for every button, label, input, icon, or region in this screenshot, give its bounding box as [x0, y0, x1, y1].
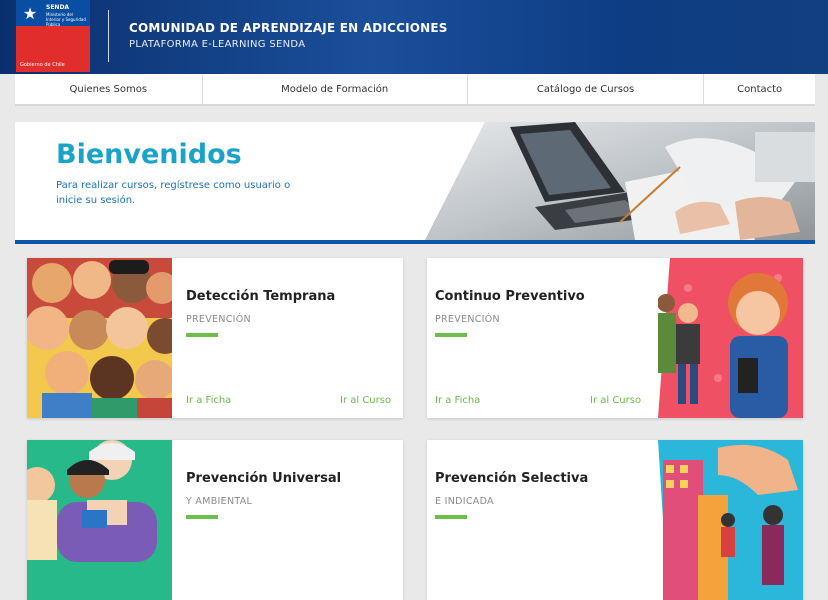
senda-logo[interactable]: ★ SENDA Ministerio del Interior y Seguri… — [16, 0, 90, 72]
nav-item-contacto[interactable]: Contacto — [704, 74, 815, 104]
course-card-continuo-preventivo: Continuo Preventivo PREVENCIÓN Ir a Fich… — [427, 258, 803, 418]
main-nav: Quienes Somos Modelo de Formación Catálo… — [15, 74, 815, 106]
card-accent-bar — [435, 333, 467, 337]
header-divider — [108, 10, 109, 62]
card-illustration-crowd — [27, 258, 172, 418]
site-subtitle: PLATAFORMA E-LEARNING SENDA — [129, 39, 306, 50]
course-card-deteccion-temprana: Detección Temprana PREVENCIÓN Ir a Ficha… — [27, 258, 403, 418]
course-card-prevencion-selectiva: Prevención Selectiva E INDICADA — [427, 440, 803, 600]
banner-photo — [425, 122, 815, 240]
card-link-ficha[interactable]: Ir a Ficha — [186, 395, 231, 406]
card-accent-bar — [186, 333, 218, 337]
card-accent-bar — [186, 515, 218, 519]
card-title: Prevención Selectiva — [435, 471, 589, 486]
card-link-curso[interactable]: Ir al Curso — [340, 395, 391, 406]
card-link-curso[interactable]: Ir al Curso — [590, 395, 641, 406]
welcome-title: Bienvenidos — [56, 139, 242, 170]
card-illustration-family — [27, 440, 172, 600]
card-category: E INDICADA — [435, 496, 494, 507]
card-title: Prevención Universal — [186, 471, 342, 486]
card-illustration-city — [658, 440, 803, 600]
card-title: Continuo Preventivo — [435, 289, 585, 304]
site-header: ★ SENDA Ministerio del Interior y Seguri… — [0, 0, 828, 74]
site-title: COMUNIDAD DE APRENDIZAJE EN ADICCIONES — [129, 21, 448, 35]
nav-item-catalogo-cursos[interactable]: Catálogo de Cursos — [468, 74, 705, 104]
star-icon: ★ — [22, 4, 38, 23]
card-category: PREVENCIÓN — [186, 314, 251, 325]
logo-top-text: SENDA — [46, 4, 70, 11]
logo-ministry-text: Ministerio del Interior y Seguridad Públ… — [46, 12, 86, 27]
card-category: PREVENCIÓN — [435, 314, 500, 325]
logo-bottom-text: Gobierno de Chile — [20, 62, 65, 68]
welcome-text: Para realizar cursos, regístrese como us… — [56, 180, 291, 206]
card-link-ficha[interactable]: Ir a Ficha — [435, 395, 480, 406]
card-accent-bar — [435, 515, 467, 519]
card-category: Y AMBIENTAL — [186, 496, 253, 507]
welcome-banner: Bienvenidos Para realizar cursos, regíst… — [15, 122, 815, 244]
course-card-prevencion-universal: Prevención Universal Y AMBIENTAL — [27, 440, 403, 600]
card-illustration-people — [658, 258, 803, 418]
nav-item-modelo-formacion[interactable]: Modelo de Formación — [203, 74, 468, 104]
card-title: Detección Temprana — [186, 289, 336, 304]
nav-item-quienes-somos[interactable]: Quienes Somos — [15, 74, 203, 104]
